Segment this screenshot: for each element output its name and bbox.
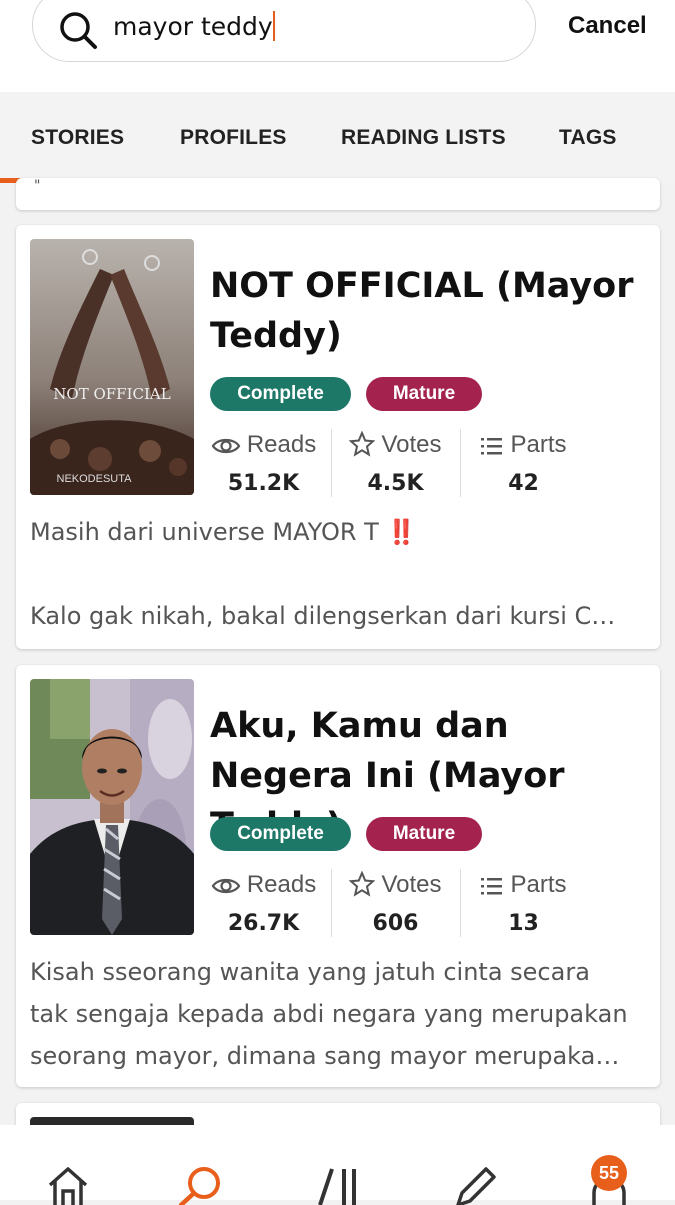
parts-value: 13 [508,911,539,936]
cancel-button[interactable]: Cancel [568,12,647,40]
parts-stat: Parts 13 [466,871,581,936]
top-bar: mayor teddy Cancel [0,0,675,92]
tab-profiles[interactable]: PROFILES [180,126,287,150]
description-line: Kalo gak nikah, bakal dilengserkan dari … [30,602,616,630]
description-line: seorang mayor, dimana sang mayor merupak… [30,1042,620,1070]
reads-stat: Reads 26.7K [206,871,321,936]
votes-value: 606 [372,911,419,936]
parts-label: Parts [510,871,567,898]
eye-icon [211,438,241,454]
votes-stat: Votes 606 [338,870,453,936]
parts-stat: Parts 42 [466,431,581,496]
cover-author: NEKODESUTA [57,473,133,485]
search-bar[interactable]: mayor teddy [32,0,536,62]
divider [460,429,461,497]
votes-stat: Votes 4.5K [338,430,453,496]
home-icon[interactable] [46,1165,90,1205]
book-cover[interactable]: NOT OFFICIAL NEKODESUTA [30,239,194,495]
story-card-previous[interactable]: " [16,178,660,210]
reads-value: 51.2K [227,471,300,496]
cover-title: NOT OFFICIAL [53,385,170,403]
story-card[interactable]: Aku, Kamu dan Negera Ini (Mayor Teddy) C… [16,665,660,1087]
reads-label: Reads [246,431,317,458]
notification-count-badge: 55 [591,1155,627,1191]
reads-stat: Reads 51.2K [206,431,321,496]
story-card[interactable]: NOT OFFICIAL NEKODESUTA NOT OFFICIAL (Ma… [16,225,660,649]
book-cover-image: NOT OFFICIAL NEKODESUTA [30,239,194,495]
reads-label: Reads [246,871,317,898]
search-tabs: STORIES PROFILES READING LISTS TAGS [0,94,675,184]
votes-label: Votes [381,871,442,898]
list-icon [481,878,503,895]
description-line: Kisah sseorang wanita yang jatuh cinta s… [30,958,590,986]
tab-tags[interactable]: TAGS [559,126,617,150]
description-line: Masih dari universe MAYOR T ‼️ [30,518,417,546]
star-icon [349,430,376,457]
description-line [30,553,650,595]
story-description: Masih dari universe MAYOR T ‼️ Kalo gak … [30,511,650,637]
list-icon [481,438,503,455]
story-title[interactable]: NOT OFFICIAL (Mayor Teddy) [210,261,640,361]
tab-stories[interactable]: STORIES [31,126,124,150]
search-icon [60,12,97,49]
divider [331,869,332,937]
write-icon[interactable] [452,1165,498,1205]
parts-value: 42 [508,471,539,496]
votes-value: 4.5K [367,471,424,496]
search-icon[interactable] [176,1165,226,1205]
library-icon[interactable] [314,1165,360,1205]
text-cursor [272,11,275,41]
complete-badge: Complete [210,817,351,851]
book-cover[interactable] [30,679,194,935]
mature-badge: Mature [366,377,482,411]
reads-value: 26.7K [227,911,300,936]
divider [331,429,332,497]
search-query: mayor teddy [113,12,273,41]
mature-badge: Mature [366,817,482,851]
divider [460,869,461,937]
book-cover-image [30,679,194,935]
search-input[interactable]: mayor teddy [113,11,275,41]
description-line: tak sengaja kepada abdi negara yang meru… [30,1000,628,1028]
eye-icon [211,878,241,894]
tab-reading-lists[interactable]: READING LISTS [341,126,506,150]
truncated-text: " [34,178,41,194]
star-icon [349,870,376,897]
parts-label: Parts [510,431,567,458]
story-description: Kisah sseorang wanita yang jatuh cinta s… [30,951,650,1077]
votes-label: Votes [381,431,442,458]
bottom-navigation [0,1125,675,1205]
complete-badge: Complete [210,377,351,411]
